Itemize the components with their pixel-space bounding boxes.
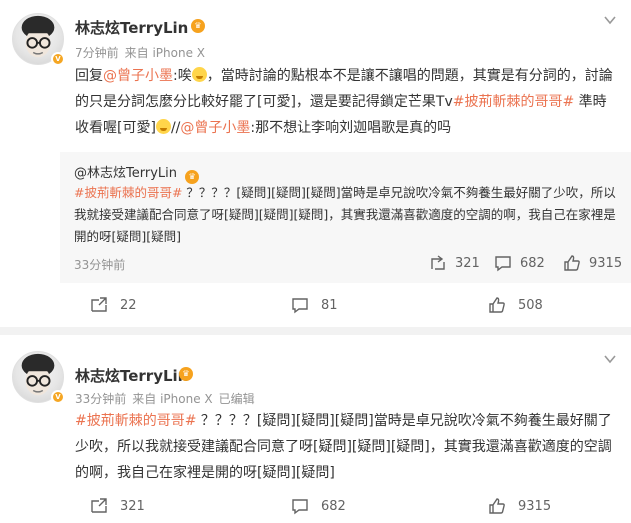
chevron-down-icon[interactable] (603, 352, 617, 366)
post-meta: 33分钟前 来自 iPhone X 已编辑 (75, 390, 261, 407)
emoji-icon (191, 67, 207, 82)
repost-icon (431, 255, 445, 270)
vip-crown-icon[interactable]: ♛ (179, 367, 193, 381)
quoted-post[interactable]: @林志炫TerryLin ♛ #披荊斬棘的哥哥# ？？？？[疑問][疑問][疑問… (60, 152, 631, 283)
quoted-repost-count: 321 (455, 255, 480, 271)
comment-icon (292, 298, 308, 314)
quoted-author-link[interactable]: @林志炫TerryLin (74, 166, 177, 181)
like-icon (489, 297, 505, 313)
text-segment: :唉 (173, 68, 192, 84)
post-source: 来自 iPhone X (132, 392, 213, 406)
quoted-repost-button[interactable]: 321 (429, 254, 480, 272)
like-icon (489, 498, 505, 514)
topic-link[interactable]: #披荊斬棘的哥哥# (453, 94, 574, 110)
weibo-post-1: V 林志炫TerryLin ♛ 7分钟前 来自 iPhone X 回复@曾子小墨:… (0, 0, 631, 327)
topic-link[interactable]: #披荊斬棘的哥哥# (74, 185, 182, 200)
quoted-text: #披荊斬棘的哥哥# ？？？？[疑問][疑問][疑問]當時是卓兄說吹冷氣不夠養生最… (74, 182, 622, 248)
quoted-author: @林志炫TerryLin ♛ (74, 162, 200, 184)
like-button[interactable]: 9315 (488, 497, 551, 515)
like-count: 9315 (518, 498, 552, 514)
comment-count: 81 (321, 297, 338, 313)
post-time[interactable]: 7分钟前 (75, 46, 119, 60)
verified-badge-icon: V (51, 390, 65, 404)
post-source: 来自 iPhone X (124, 46, 205, 60)
text-prefix: 回复 (75, 68, 103, 84)
topic-link[interactable]: #披荊斬棘的哥哥# (75, 413, 196, 429)
like-icon (564, 255, 580, 271)
comment-icon (292, 499, 308, 515)
post-text: #披荊斬棘的哥哥# ？？？？[疑問][疑問][疑問]當時是卓兄說吹冷氣不夠養生最… (75, 408, 620, 486)
quoted-time[interactable]: 33分钟前 (74, 256, 125, 273)
text-segment: :那不想让李响刘迦唱歌是真的吗 (250, 120, 452, 136)
text-segment: // (170, 120, 181, 136)
mention-link[interactable]: @曾子小墨 (180, 120, 250, 136)
comment-icon (495, 256, 511, 272)
post-meta: 7分钟前 来自 iPhone X (75, 44, 211, 61)
post-time[interactable]: 33分钟前 (75, 392, 126, 406)
repost-icon (91, 498, 107, 513)
quoted-like-count: 9315 (589, 255, 623, 271)
like-button[interactable]: 508 (488, 296, 543, 314)
quoted-comment-button[interactable]: 682 (494, 254, 545, 272)
comment-button[interactable]: 81 (291, 296, 338, 314)
repost-count: 321 (120, 498, 145, 514)
emoji-icon (155, 119, 171, 134)
quoted-like-button[interactable]: 9315 (563, 254, 622, 272)
author-name[interactable]: 林志炫TerryLin (75, 17, 188, 38)
repost-button[interactable]: 321 (90, 497, 145, 515)
chevron-down-icon[interactable] (603, 13, 617, 27)
comment-count: 682 (321, 498, 346, 514)
author-name[interactable]: 林志炫TerryLin (75, 365, 188, 386)
repost-icon (91, 297, 107, 312)
repost-button[interactable]: 22 (90, 296, 137, 314)
weibo-post-2: V 林志炫TerryLin ♛ 33分钟前 来自 iPhone X 已编辑 #披荊斬… (0, 335, 631, 523)
mention-link[interactable]: @曾子小墨 (103, 68, 173, 84)
verified-badge-icon: V (51, 52, 65, 66)
repost-count: 22 (120, 297, 137, 313)
vip-crown-icon[interactable]: ♛ (191, 19, 205, 33)
post-text: 回复@曾子小墨:唉 ，當時討論的點根本不是讓不讓唱的問題，其實是有分詞的，討論的只… (75, 63, 620, 141)
like-count: 508 (518, 297, 543, 313)
comment-button[interactable]: 682 (291, 497, 346, 515)
quoted-comment-count: 682 (520, 255, 545, 271)
edited-label[interactable]: 已编辑 (219, 392, 255, 406)
feed-divider (0, 327, 631, 335)
